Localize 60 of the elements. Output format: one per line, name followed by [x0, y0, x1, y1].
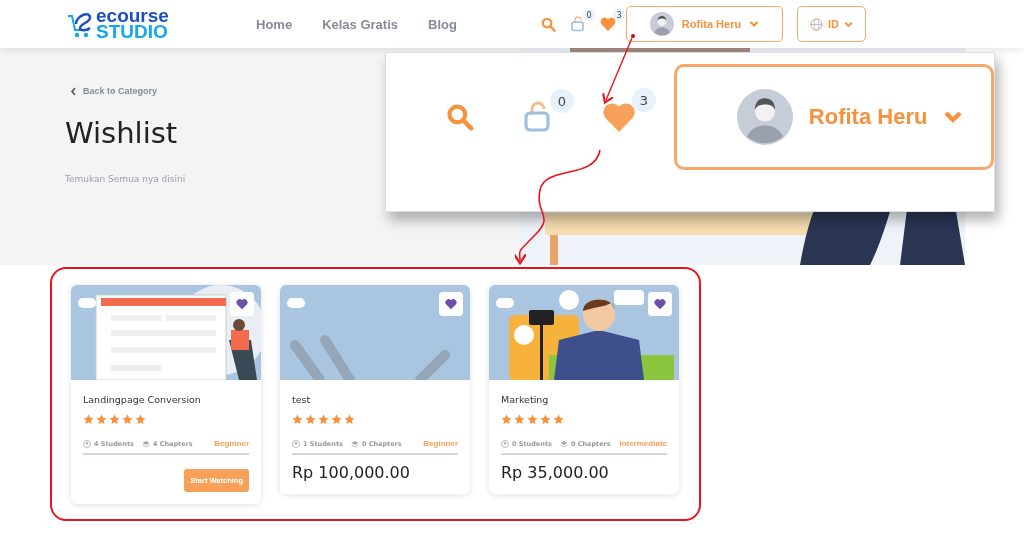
star-icon: [514, 414, 525, 425]
star-icon: [83, 414, 94, 425]
star-icon: [553, 414, 564, 425]
language-button[interactable]: ID: [797, 6, 866, 42]
heart-icon[interactable]: [654, 298, 666, 310]
star-icon: [501, 414, 512, 425]
course-title: Landingpage Conversion: [83, 394, 202, 405]
wishlist-button[interactable]: [230, 292, 254, 316]
star-icon: [109, 414, 120, 425]
level-label: Intermediate: [619, 439, 667, 448]
star-icon: [331, 414, 342, 425]
course-title: test: [292, 394, 312, 405]
user-menu-button[interactable]: Rofita Heru: [673, 64, 994, 170]
user-menu-button[interactable]: Rofita Heru: [626, 6, 783, 42]
nav-link[interactable]: Kelas Gratis: [322, 16, 398, 32]
page-subtitle: Temukan Semua nya disini: [65, 174, 187, 184]
avatar-icon: [649, 12, 674, 36]
course-price: Rp 100,000.00: [292, 463, 411, 482]
chevron-left-icon: [70, 86, 77, 96]
chevron-down-icon: [749, 19, 760, 29]
star-icon: [527, 414, 538, 425]
star-icon: [135, 414, 146, 425]
layers-icon: [559, 439, 568, 448]
star-icon: [318, 414, 329, 425]
avatar-icon: [736, 89, 793, 145]
user-icon: [292, 439, 300, 448]
layers-icon: [141, 439, 150, 448]
chevron-down-icon: [844, 19, 853, 29]
back-link[interactable]: Back to Category: [70, 86, 158, 96]
star-icon: [540, 414, 551, 425]
tag-pill: [78, 298, 96, 308]
star-icon: [344, 414, 355, 425]
heart-icon[interactable]: [445, 298, 457, 310]
cart-count: 0: [583, 9, 595, 21]
nav-link[interactable]: Blog: [428, 16, 457, 32]
tag-pill: [496, 298, 514, 308]
star-icon: [96, 414, 107, 425]
user-icon: [501, 439, 509, 448]
logo-text: ecourse: [96, 8, 169, 24]
layers-icon: [350, 439, 359, 448]
globe-icon: [810, 17, 823, 31]
wishlist-count: 3: [613, 9, 625, 21]
course-price: Rp 35,000.00: [501, 463, 610, 482]
user-icon: [83, 439, 91, 448]
wishlist-button[interactable]: [439, 292, 463, 316]
annotation-arrow: [601, 34, 635, 104]
level-label: Beginner: [423, 439, 458, 448]
star-icon: [305, 414, 316, 425]
page-title: Wishlist: [65, 116, 178, 150]
wishlist-count: 3: [631, 88, 656, 112]
heart-icon[interactable]: [236, 298, 248, 310]
level-label: Beginner: [214, 439, 249, 448]
course-title: Marketing: [501, 394, 550, 405]
logo-text: STUDIO: [96, 24, 169, 40]
star-icon: [122, 414, 133, 425]
nav-link[interactable]: Home: [256, 16, 293, 32]
star-icon: [292, 414, 303, 425]
tag-pill: [287, 298, 305, 308]
wishlist-button[interactable]: [648, 292, 672, 316]
cart-count: 0: [549, 89, 574, 113]
